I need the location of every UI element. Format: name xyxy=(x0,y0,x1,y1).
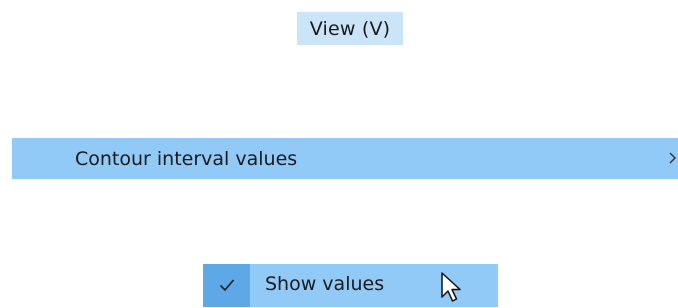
check-cell xyxy=(203,264,250,307)
checkmark-icon xyxy=(219,279,235,292)
view-menu-label: View (V) xyxy=(309,17,391,40)
contour-interval-values-menu-item[interactable]: Contour interval values xyxy=(12,138,678,179)
show-values-label: Show values xyxy=(265,273,385,295)
mouse-pointer-icon xyxy=(440,272,466,308)
contour-interval-values-label: Contour interval values xyxy=(75,147,298,170)
chevron-right-icon xyxy=(669,150,678,166)
view-menu[interactable]: View (V) xyxy=(297,12,403,45)
